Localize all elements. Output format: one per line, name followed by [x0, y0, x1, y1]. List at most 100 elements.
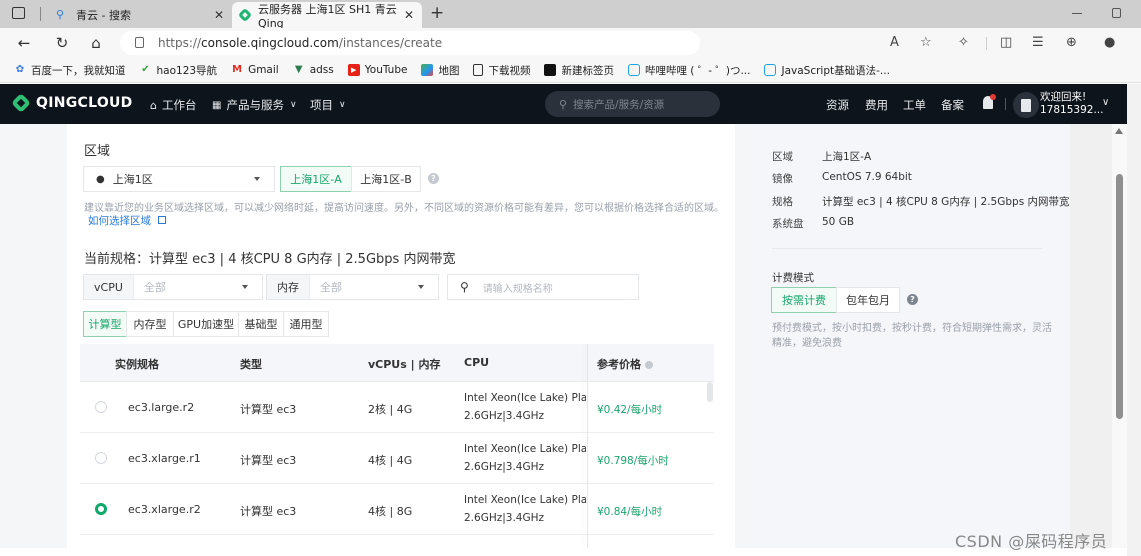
- profile-icon[interactable]: ●: [1104, 35, 1115, 50]
- type-tab-gpu[interactable]: GPU加速型: [173, 311, 239, 337]
- help-icon[interactable]: ?: [907, 294, 918, 305]
- spec-search-input[interactable]: ⚲ 请输入规格名称: [447, 274, 639, 300]
- billing-option-label: 按需计费: [782, 294, 826, 307]
- add-favorite-icon[interactable]: ☆: [920, 35, 932, 50]
- cell-price: ¥0.798/每小时: [597, 455, 669, 467]
- tab-label: 基础型: [244, 318, 278, 331]
- table-row[interactable]: ec3.large.r2 计算型 ec3 2核 | 4G Intel Xeon(…: [80, 382, 714, 433]
- filter-label: vCPU: [84, 275, 134, 299]
- nav-tickets[interactable]: 工单: [903, 97, 926, 113]
- col-header-spec: 实例规格: [115, 358, 159, 371]
- bookmark-adss[interactable]: ▼ adss: [293, 64, 334, 76]
- refresh-icon[interactable]: ↻: [52, 34, 72, 52]
- page-scrollbar[interactable]: [1112, 124, 1127, 556]
- zone-option-a[interactable]: 上海1区-A: [280, 166, 352, 192]
- minimize-icon[interactable]: [1072, 13, 1082, 14]
- cell-spec: ec3.xlarge.r1: [128, 452, 201, 465]
- map-icon: [421, 64, 434, 76]
- watermark: CSDN @屎码程序员: [955, 532, 1108, 551]
- nav-billing[interactable]: 费用: [865, 97, 888, 113]
- nav-projects[interactable]: 项目 ∨: [310, 97, 346, 113]
- summary-key: 规格: [772, 196, 793, 208]
- cell-type: 计算型 ec3: [240, 403, 297, 416]
- hao123-icon: ✔: [141, 64, 150, 75]
- search-icon: ⚲: [56, 8, 65, 21]
- bookmark-label: 地图: [438, 64, 460, 77]
- cell-spec: ec3.large.r2: [128, 401, 195, 414]
- avatar[interactable]: [1013, 92, 1039, 118]
- back-icon[interactable]: ←: [14, 34, 34, 52]
- billing-mode-title: 计费模式: [772, 272, 814, 284]
- split-screen-icon[interactable]: ◫: [1000, 35, 1012, 50]
- url-input[interactable]: https://console.qingcloud.com/instances/…: [120, 31, 700, 55]
- type-tab-basic[interactable]: 基础型: [238, 311, 284, 337]
- bookmark-new-tab[interactable]: 新建标签页: [544, 63, 614, 78]
- bookmark-label: adss: [309, 64, 334, 76]
- billing-hint: 预付费模式，按小时扣费，按秒计费，符合短期弹性需求，灵活: [772, 323, 1052, 334]
- billing-on-demand[interactable]: 按需计费: [771, 287, 837, 313]
- user-welcome[interactable]: 欢迎回来! 17815392...: [1040, 91, 1103, 117]
- bookmark-baidu[interactable]: ✿ 百度一下，我就知道: [14, 63, 126, 78]
- home-icon[interactable]: ⌂: [86, 34, 106, 52]
- row-radio-checked[interactable]: [95, 503, 107, 515]
- table-row-selected[interactable]: ec3.xlarge.r2 计算型 ec3 4核 | 8G Intel Xeon…: [80, 484, 714, 535]
- vcpu-filter-select[interactable]: vCPU 全部: [83, 274, 263, 300]
- caret-down-icon: [254, 177, 260, 181]
- scrollbar-thumb[interactable]: [1116, 174, 1123, 419]
- qingcloud-logo-icon: [11, 93, 31, 113]
- browser-scrollbar-track[interactable]: [1127, 84, 1141, 556]
- type-tab-compute[interactable]: 计算型: [83, 311, 127, 337]
- qingcloud-logo[interactable]: QINGCLOUD: [11, 93, 133, 113]
- type-tab-general[interactable]: 通用型: [283, 311, 329, 337]
- col-header-cpu: CPU: [464, 356, 490, 369]
- brand-name: QINGCLOUD: [36, 95, 133, 111]
- tab-actions-icon[interactable]: [12, 7, 25, 19]
- table-scrollbar[interactable]: [707, 382, 713, 402]
- nav-label: 产品与服务: [226, 98, 284, 112]
- favorites-icon[interactable]: ☰: [1032, 35, 1044, 50]
- how-to-choose-region-link[interactable]: 如何选择区域: [88, 213, 167, 228]
- bookmark-hao123[interactable]: ✔ hao123导航: [140, 63, 217, 78]
- browser-tab-search[interactable]: ⚲ 青云 - 搜索 ✕: [46, 2, 232, 28]
- read-aloud-icon[interactable]: A: [890, 35, 899, 50]
- cell-price: ¥0.84/每小时: [597, 506, 663, 518]
- tab-title: 青云 - 搜索: [76, 9, 131, 22]
- side-gutter: [1070, 124, 1112, 556]
- nav-workbench[interactable]: ⌂ 工作台: [150, 97, 196, 113]
- close-tab-icon[interactable]: ✕: [214, 8, 224, 22]
- chevron-down-icon[interactable]: ∨: [1102, 97, 1109, 108]
- bookmark-label: 下载视频: [488, 64, 531, 77]
- collections-icon[interactable]: ⊕: [1066, 35, 1077, 50]
- bookmark-javascript[interactable]: JavaScript基础语法-...: [764, 63, 890, 78]
- nav-filing[interactable]: 备案: [941, 97, 964, 113]
- bookmark-youtube[interactable]: ▶ YouTube: [347, 64, 407, 76]
- cell-type: 计算型 ec3: [240, 505, 297, 518]
- billing-monthly[interactable]: 包年包月: [836, 287, 900, 313]
- extensions-icon[interactable]: ✧: [958, 35, 969, 50]
- bookmark-map[interactable]: 地图: [421, 63, 459, 78]
- scroll-up-arrow-icon[interactable]: [1115, 128, 1123, 134]
- bookmark-gmail[interactable]: M Gmail: [231, 64, 279, 76]
- region-select[interactable]: ● 上海1区: [83, 166, 275, 192]
- row-radio[interactable]: [95, 401, 107, 413]
- table-row[interactable]: ec3.xlarge.r1 计算型 ec3 4核 | 4G Intel Xeon…: [80, 433, 714, 484]
- bookmark-bilibili[interactable]: 哔哩哔哩 ( ゜- ゜)つ...: [627, 63, 750, 78]
- help-icon[interactable]: ?: [428, 173, 439, 184]
- cell-cpu-freq: 2.6GHz|3.4GHz: [464, 410, 545, 422]
- chevron-down-icon: ∨: [289, 100, 297, 110]
- nav-products-services[interactable]: ▦ 产品与服务 ∨: [212, 97, 297, 113]
- help-icon[interactable]: [644, 361, 653, 369]
- bookmark-download-video[interactable]: 下载视频: [473, 63, 530, 78]
- browser-tab-qingcloud[interactable]: 云服务器 上海1区 SH1 青云Qing ✕: [232, 2, 422, 30]
- type-tab-memory[interactable]: 内存型: [126, 311, 174, 337]
- maximize-icon[interactable]: [1112, 8, 1121, 18]
- console-search-input[interactable]: ⚲ 搜索产品/服务/资源: [545, 91, 720, 117]
- new-tab-button[interactable]: +: [430, 3, 444, 23]
- cell-type: 计算型 ec3: [240, 454, 297, 467]
- memory-filter-select[interactable]: 内存 全部: [266, 274, 439, 300]
- close-tab-icon[interactable]: ✕: [404, 8, 414, 22]
- nav-resources[interactable]: 资源: [826, 97, 849, 113]
- bilibili-icon: [764, 64, 777, 76]
- row-radio[interactable]: [95, 452, 107, 464]
- zone-option-b[interactable]: 上海1区-B: [351, 166, 421, 192]
